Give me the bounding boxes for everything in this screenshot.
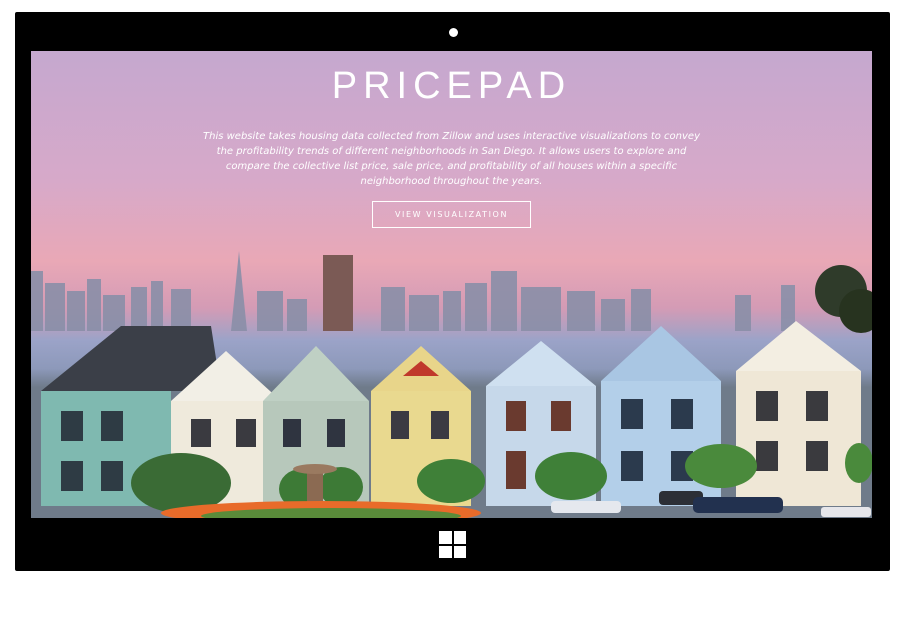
screen: PRICEPAD This website takes housing data… [31, 51, 872, 518]
site-description: This website takes housing data collecte… [203, 131, 700, 187]
camera-dot-icon [449, 28, 458, 37]
painted-ladies-background-image [31, 251, 872, 518]
tablet-frame: PRICEPAD This website takes housing data… [15, 12, 890, 571]
hero: PRICEPAD This website takes housing data… [31, 51, 872, 228]
view-visualization-button[interactable]: VIEW VISUALIZATION [371, 201, 532, 228]
site-title: PRICEPAD [331, 65, 572, 107]
windows-logo-icon[interactable] [439, 531, 466, 558]
